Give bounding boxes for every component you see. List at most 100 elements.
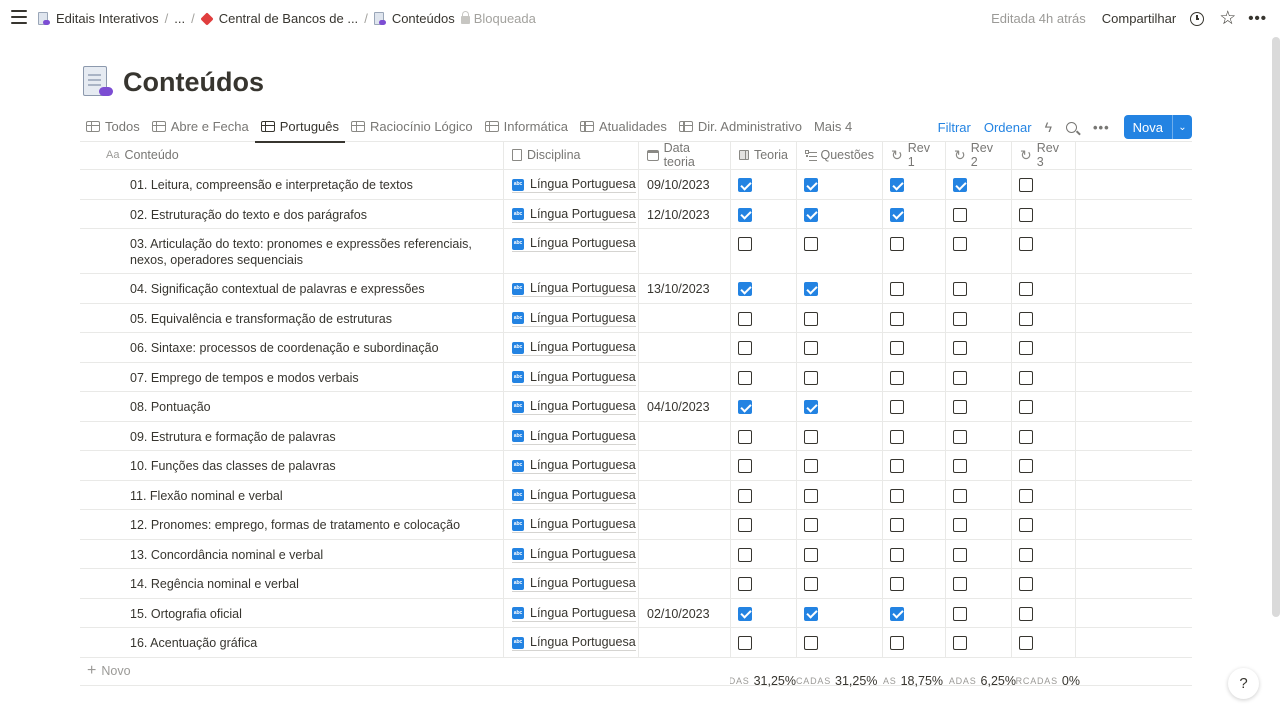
questoes-checkbox[interactable] xyxy=(804,311,818,326)
cell-conteudo[interactable]: 11. Flexão nominal e verbal xyxy=(80,480,504,509)
automation-bolt-icon[interactable]: ϟ xyxy=(1045,119,1052,135)
cell-data-teoria[interactable] xyxy=(639,333,731,362)
table-row[interactable]: 07. Emprego de tempos e modos verbais abc… xyxy=(80,362,1192,392)
cell-disciplina[interactable]: abc Língua Portuguesa xyxy=(504,170,639,199)
rev3-checkbox[interactable] xyxy=(1019,237,1033,251)
cell-data-teoria[interactable] xyxy=(639,362,731,391)
rev2-checkbox[interactable] xyxy=(953,459,967,473)
calculation-cell[interactable]: CADAS 31,25% xyxy=(796,674,883,688)
table-row[interactable]: 09. Estrutura e formação de palavras abc L… xyxy=(80,421,1192,451)
rev2-checkbox[interactable] xyxy=(953,370,967,385)
questoes-checkbox[interactable] xyxy=(804,207,818,222)
table-row[interactable]: 14. Regência nominal e verbal abc Língua P… xyxy=(80,569,1192,599)
history-clock-icon[interactable] xyxy=(1190,11,1205,26)
share-button[interactable]: Compartilhar xyxy=(1102,11,1176,26)
rev3-checkbox[interactable] xyxy=(1019,178,1033,192)
cell-conteudo[interactable]: 12. Pronomes: emprego, formas de tratame… xyxy=(80,510,504,539)
edited-timestamp[interactable]: Editada 4h atrás xyxy=(991,11,1086,26)
help-button[interactable]: ? xyxy=(1228,668,1259,699)
rev2-checkbox[interactable] xyxy=(953,207,967,222)
table-row[interactable]: 10. Funções das classes de palavras abc Lí… xyxy=(80,451,1192,481)
table-row[interactable]: 08. Pontuação abc Língua Portuguesa 04/10/2… xyxy=(80,392,1192,422)
rev1-checkbox[interactable] xyxy=(890,429,904,444)
rev3-checkbox[interactable] xyxy=(1019,282,1033,296)
disciplina-link[interactable]: abc Língua Portuguesa xyxy=(512,635,636,651)
cell-disciplina[interactable]: abc Língua Portuguesa xyxy=(504,199,639,228)
rev3-checkbox[interactable] xyxy=(1019,429,1033,444)
rev1-checkbox[interactable] xyxy=(890,282,904,296)
cell-conteudo[interactable]: 09. Estrutura e formação de palavras xyxy=(80,421,504,450)
disciplina-link[interactable]: abc Língua Portuguesa xyxy=(512,576,636,592)
disciplina-link[interactable]: abc Língua Portuguesa xyxy=(512,340,636,356)
rev2-checkbox[interactable] xyxy=(953,636,967,650)
cell-disciplina[interactable]: abc Língua Portuguesa xyxy=(504,333,639,362)
disciplina-link[interactable]: abc Língua Portuguesa xyxy=(512,606,636,622)
teoria-checkbox[interactable] xyxy=(738,429,752,444)
cell-data-teoria[interactable]: 02/10/2023 xyxy=(639,598,731,627)
calculation-cell[interactable]: ADAS 6,25% xyxy=(949,674,1016,688)
rev3-checkbox[interactable] xyxy=(1019,370,1033,385)
rev2-checkbox[interactable] xyxy=(953,400,967,414)
cell-conteudo[interactable]: 14. Regência nominal e verbal xyxy=(80,569,504,598)
filter-button[interactable]: Filtrar xyxy=(938,120,971,135)
breadcrumb-editais[interactable]: Editais Interativos xyxy=(38,11,159,26)
rev2-checkbox[interactable] xyxy=(953,488,967,503)
rev1-checkbox[interactable] xyxy=(890,459,904,473)
questoes-checkbox[interactable] xyxy=(804,606,818,621)
teoria-checkbox[interactable] xyxy=(738,459,752,473)
teoria-checkbox[interactable] xyxy=(738,237,752,251)
calculation-cell[interactable]: DAS 31,25% xyxy=(730,674,796,688)
table-row[interactable]: 01. Leitura, compreensão e interpretação… xyxy=(80,170,1192,200)
breadcrumb-ellipsis[interactable]: ... xyxy=(174,11,185,26)
teoria-checkbox[interactable] xyxy=(738,577,752,591)
rev2-checkbox[interactable] xyxy=(953,282,967,296)
tab-informatica[interactable]: Informática xyxy=(479,112,574,142)
cell-data-teoria[interactable] xyxy=(639,628,731,657)
teoria-checkbox[interactable] xyxy=(738,488,752,503)
rev2-checkbox[interactable] xyxy=(953,237,967,251)
rev1-checkbox[interactable] xyxy=(890,237,904,251)
table-row[interactable]: 11. Flexão nominal e verbal abc Língua Por… xyxy=(80,480,1192,510)
table-row[interactable]: 16. Acentuação gráfica abc Língua Portugue… xyxy=(80,628,1192,658)
cell-data-teoria[interactable] xyxy=(639,303,731,332)
cell-conteudo[interactable]: 06. Sintaxe: processos de coordenação e … xyxy=(80,333,504,362)
tab-todos[interactable]: Todos xyxy=(80,112,146,142)
tab-abre-e-fecha[interactable]: Abre e Fecha xyxy=(146,112,255,142)
rev1-checkbox[interactable] xyxy=(890,311,904,326)
teoria-checkbox[interactable] xyxy=(738,606,752,621)
cell-disciplina[interactable]: abc Língua Portuguesa xyxy=(504,303,639,332)
rev3-checkbox[interactable] xyxy=(1019,488,1033,503)
rev2-checkbox[interactable] xyxy=(953,518,967,532)
cell-disciplina[interactable]: abc Língua Portuguesa xyxy=(504,362,639,391)
teoria-checkbox[interactable] xyxy=(738,282,752,296)
questoes-checkbox[interactable] xyxy=(804,370,818,385)
cell-disciplina[interactable]: abc Língua Portuguesa xyxy=(504,392,639,421)
cell-conteudo[interactable]: 15. Ortografia oficial xyxy=(80,598,504,627)
questoes-checkbox[interactable] xyxy=(804,237,818,251)
view-more-options-icon[interactable]: ••• xyxy=(1093,120,1110,135)
teoria-checkbox[interactable] xyxy=(738,547,752,562)
rev3-checkbox[interactable] xyxy=(1019,518,1033,532)
rev1-checkbox[interactable] xyxy=(890,606,904,621)
rev2-checkbox[interactable] xyxy=(953,606,967,621)
rev3-checkbox[interactable] xyxy=(1019,341,1033,355)
questoes-checkbox[interactable] xyxy=(804,282,818,296)
questoes-checkbox[interactable] xyxy=(804,636,818,650)
column-header-rev1[interactable]: ↻ Rev 1 xyxy=(883,141,946,169)
table-row[interactable]: 06. Sintaxe: processos de coordenação e … xyxy=(80,333,1192,363)
disciplina-link[interactable]: abc Língua Portuguesa xyxy=(512,177,636,193)
cell-conteudo[interactable]: 02. Estruturação do texto e dos parágraf… xyxy=(80,199,504,228)
page-title[interactable]: Conteúdos xyxy=(123,67,264,98)
sort-button[interactable]: Ordenar xyxy=(984,120,1032,135)
column-header-conteudo[interactable]: Aa Conteúdo xyxy=(80,141,504,169)
cell-data-teoria[interactable]: 13/10/2023 xyxy=(639,274,731,303)
tab-atualidades[interactable]: Atualidades xyxy=(574,112,673,142)
disciplina-link[interactable]: abc Língua Portuguesa xyxy=(512,488,636,504)
rev3-checkbox[interactable] xyxy=(1019,636,1033,650)
favorite-star-icon[interactable]: ☆ xyxy=(1219,9,1236,28)
column-header-data-teoria[interactable]: Data teoria xyxy=(639,141,731,169)
teoria-checkbox[interactable] xyxy=(738,370,752,385)
questoes-checkbox[interactable] xyxy=(804,518,818,532)
calculation-cell[interactable]: AS 18,75% xyxy=(883,674,949,688)
teoria-checkbox[interactable] xyxy=(738,636,752,650)
